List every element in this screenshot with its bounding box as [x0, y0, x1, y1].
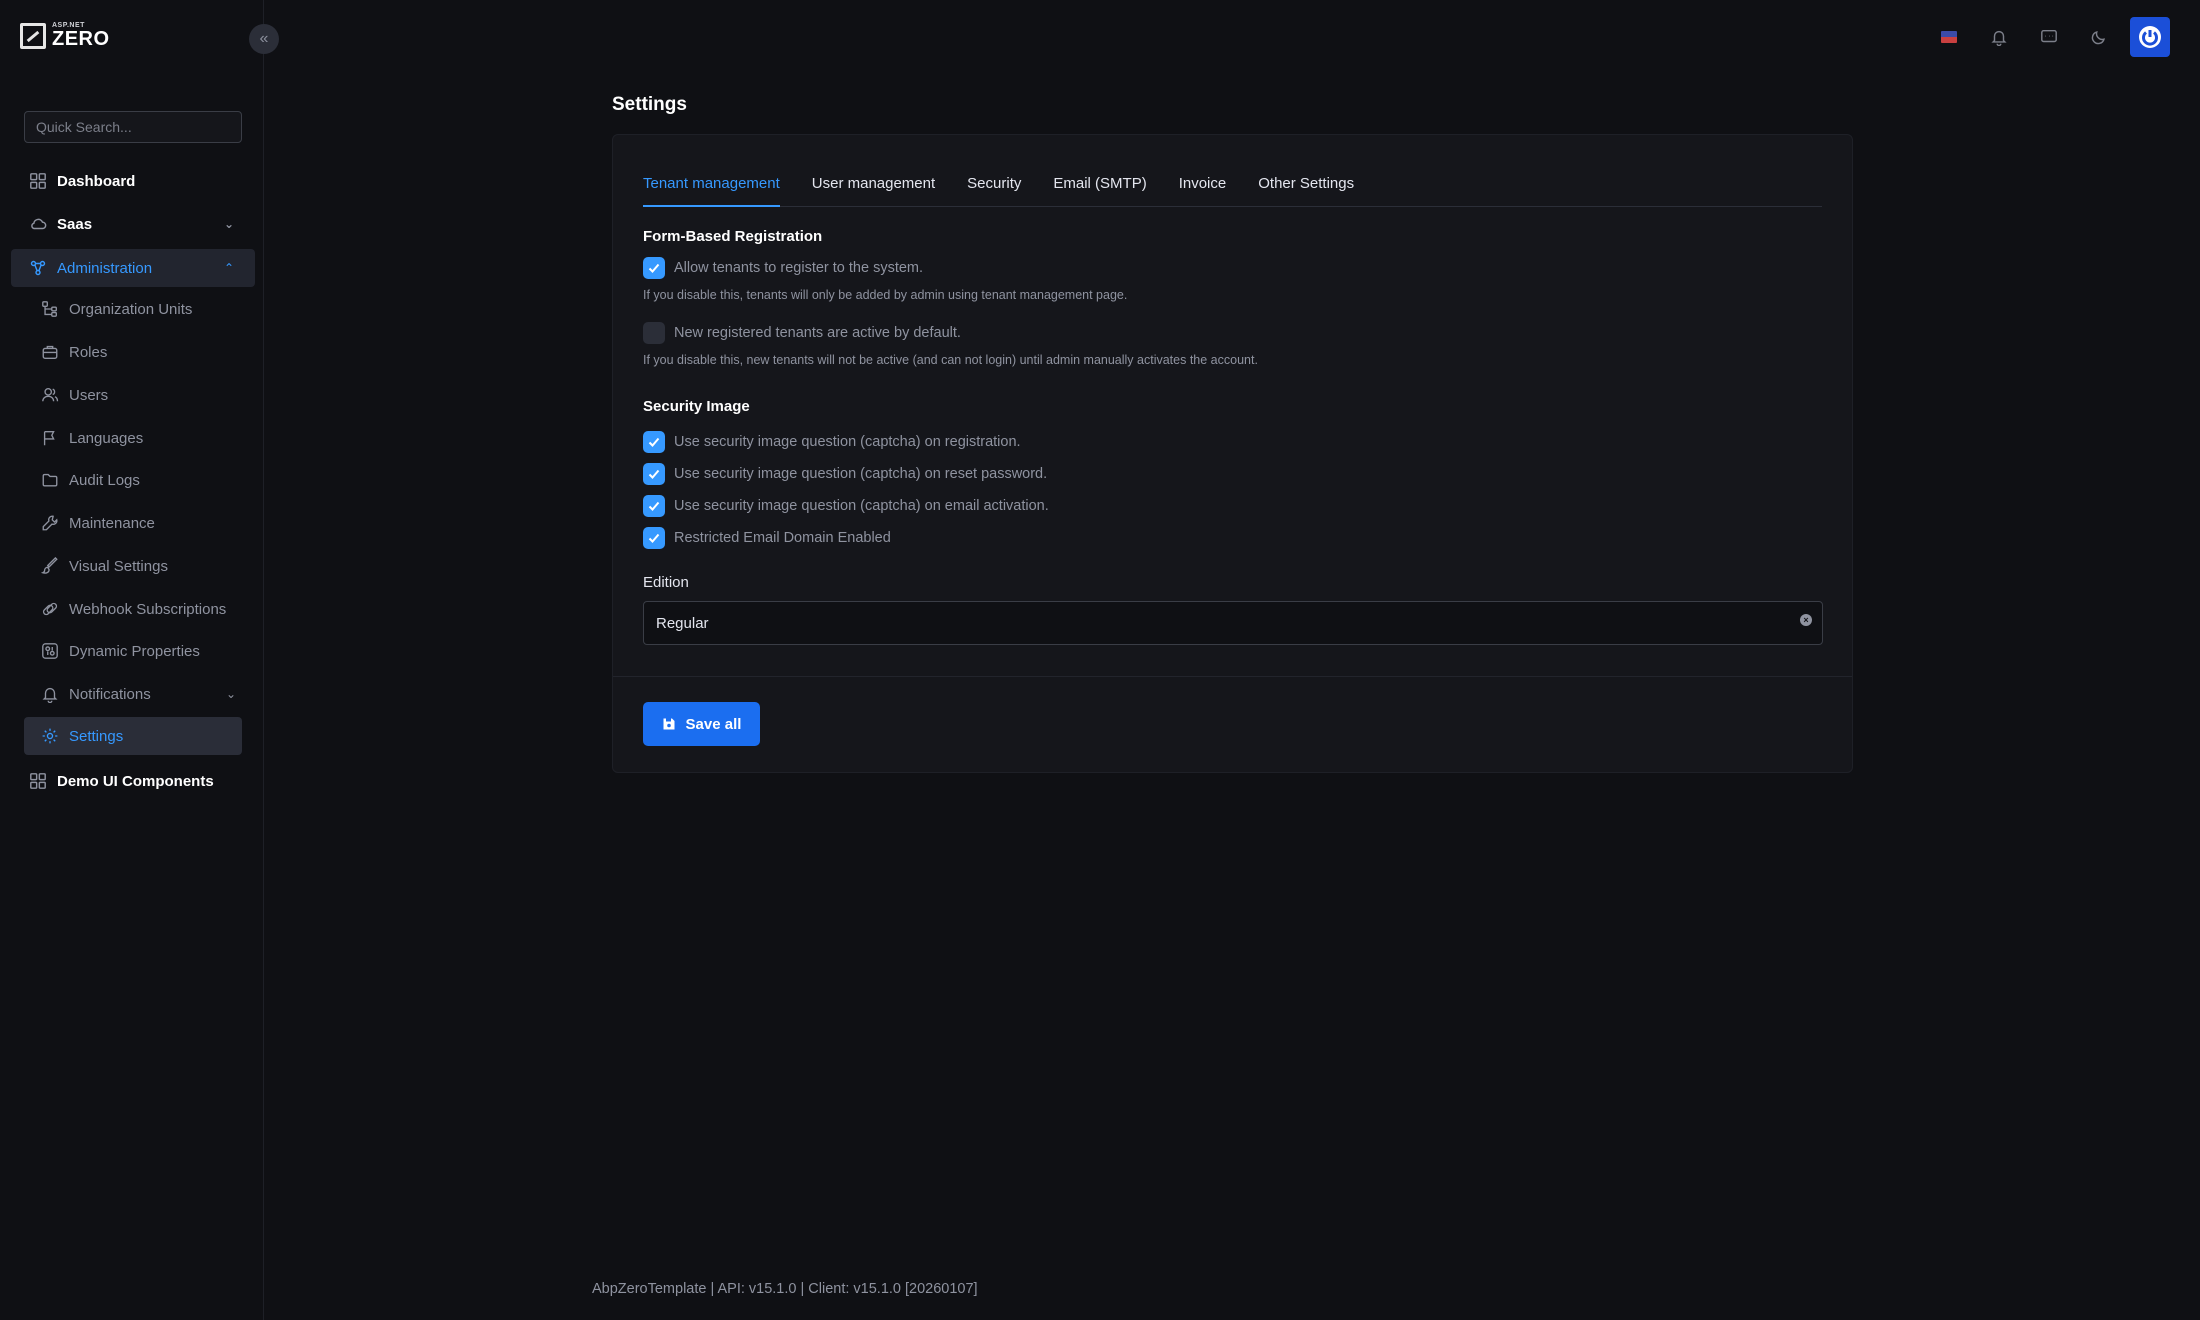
restricted-email-domain-checkbox[interactable] [643, 527, 665, 549]
theme-toggle-button[interactable] [2074, 16, 2124, 58]
edition-select[interactable]: Regular × [643, 601, 1823, 645]
check-icon [648, 501, 660, 511]
active-default-hint: If you disable this, new tenants will no… [643, 353, 1258, 367]
logo[interactable]: ASP.NET ZERO [20, 22, 110, 49]
wrench-icon [40, 513, 60, 533]
edition-selected-value: Regular [656, 614, 709, 632]
sidebar-collapse-button[interactable]: « [249, 24, 279, 54]
org-units-icon [40, 299, 60, 319]
tab-other-settings[interactable]: Other Settings [1258, 165, 1354, 207]
sidebar-item-users[interactable]: Users [40, 376, 240, 414]
sidebar-item-languages[interactable]: Languages [40, 419, 240, 457]
sidebar-item-webhook-subscriptions[interactable]: Webhook Subscriptions [40, 590, 240, 628]
bell-icon [40, 684, 60, 704]
check-icon [648, 469, 660, 479]
dynamic-icon [40, 641, 60, 661]
page-title: Settings [612, 94, 687, 115]
active-default-checkbox[interactable] [643, 322, 665, 344]
sidebar-item-maintenance[interactable]: Maintenance [40, 504, 240, 542]
dashboard-icon [28, 171, 48, 191]
gear-icon [40, 726, 60, 746]
card-footer-divider [613, 676, 1852, 677]
tab-invoice[interactable]: Invoice [1179, 165, 1227, 207]
check-icon [648, 437, 660, 447]
sidebar-item-dashboard[interactable]: Dashboard [28, 162, 248, 200]
chevron-down-icon: ⌄ [225, 687, 236, 701]
sidebar-item-administration[interactable]: Administration ⌃ [28, 249, 248, 287]
tab-security[interactable]: Security [967, 165, 1021, 207]
tab-tenant-management[interactable]: Tenant management [643, 165, 780, 207]
user-menu-button[interactable] [2130, 17, 2170, 57]
language-button[interactable] [1924, 16, 1974, 58]
captcha-email-activation-row[interactable]: Use security image question (captcha) on… [643, 495, 1049, 517]
allow-register-checkbox[interactable] [643, 257, 665, 279]
bell-icon [1991, 30, 2007, 46]
roles-icon [40, 342, 60, 362]
sidebar-item-settings[interactable]: Settings [40, 717, 240, 755]
us-flag-icon [1941, 31, 1957, 43]
notifications-button[interactable] [1974, 16, 2024, 58]
double-chevron-left-icon: « [259, 30, 269, 47]
sidebar-item-roles[interactable]: Roles [40, 333, 240, 371]
sidebar-item-saas[interactable]: Saas ⌄ [28, 205, 248, 243]
captcha-email-activation-checkbox[interactable] [643, 495, 665, 517]
edition-label: Edition [643, 574, 689, 591]
chat-button[interactable] [2024, 16, 2074, 58]
components-icon [28, 771, 48, 791]
webhook-icon [40, 599, 60, 619]
check-icon [648, 533, 660, 543]
moon-icon [2091, 31, 2105, 45]
form-based-registration-title: Form-Based Registration [643, 228, 823, 245]
logo-big-text: ZERO [52, 28, 110, 50]
settings-card: Tenant management User management Securi… [612, 134, 1853, 773]
sidebar-item-notifications[interactable]: Notifications ⌄ [40, 675, 240, 713]
sidebar-item-audit-logs[interactable]: Audit Logs [40, 461, 240, 499]
quick-search-input[interactable] [24, 111, 242, 143]
save-icon [663, 718, 675, 730]
logo-mark-icon [20, 22, 46, 49]
sidebar-item-dynamic-properties[interactable]: Dynamic Properties [40, 632, 240, 670]
tab-email-smtp[interactable]: Email (SMTP) [1053, 165, 1146, 207]
captcha-reset-password-row[interactable]: Use security image question (captcha) on… [643, 463, 1047, 485]
chevron-up-icon: ⌃ [223, 261, 234, 275]
allow-register-label: Allow tenants to register to the system. [674, 260, 924, 276]
sidebar-item-organization-units[interactable]: Organization Units [40, 290, 240, 328]
settings-tabs: Tenant management User management Securi… [643, 165, 1822, 207]
power-icon [2139, 26, 2161, 48]
folder-icon [40, 470, 60, 490]
active-default-label: New registered tenants are active by def… [674, 325, 961, 341]
administration-icon [28, 258, 48, 278]
allow-register-hint: If you disable this, tenants will only b… [643, 288, 1128, 302]
footer-version-text: AbpZeroTemplate | API: v15.1.0 | Client:… [592, 1281, 978, 1297]
captcha-registration-checkbox[interactable] [643, 431, 665, 453]
restricted-email-domain-row[interactable]: Restricted Email Domain Enabled [643, 527, 891, 549]
active-default-checkbox-row[interactable]: New registered tenants are active by def… [643, 322, 961, 344]
sidebar-item-visual-settings[interactable]: Visual Settings [40, 547, 240, 585]
users-icon [40, 385, 60, 405]
sidebar: ASP.NET ZERO Dashboard Saas ⌄ Administra… [0, 0, 264, 1320]
captcha-registration-row[interactable]: Use security image question (captcha) on… [643, 431, 1021, 453]
sidebar-item-demo-ui-components[interactable]: Demo UI Components [28, 762, 248, 800]
clear-icon[interactable]: × [1800, 614, 1812, 626]
topbar-icons [1924, 16, 2170, 58]
save-all-button[interactable]: Save all [643, 702, 760, 746]
check-icon [648, 263, 660, 273]
chat-icon [2041, 29, 2057, 43]
tab-user-management[interactable]: User management [812, 165, 935, 207]
chevron-down-icon: ⌄ [223, 217, 234, 231]
flag-icon [40, 428, 60, 448]
captcha-reset-password-checkbox[interactable] [643, 463, 665, 485]
allow-register-checkbox-row[interactable]: Allow tenants to register to the system. [643, 257, 923, 279]
brush-icon [40, 556, 60, 576]
security-image-title: Security Image [643, 398, 750, 415]
cloud-icon [28, 214, 48, 234]
